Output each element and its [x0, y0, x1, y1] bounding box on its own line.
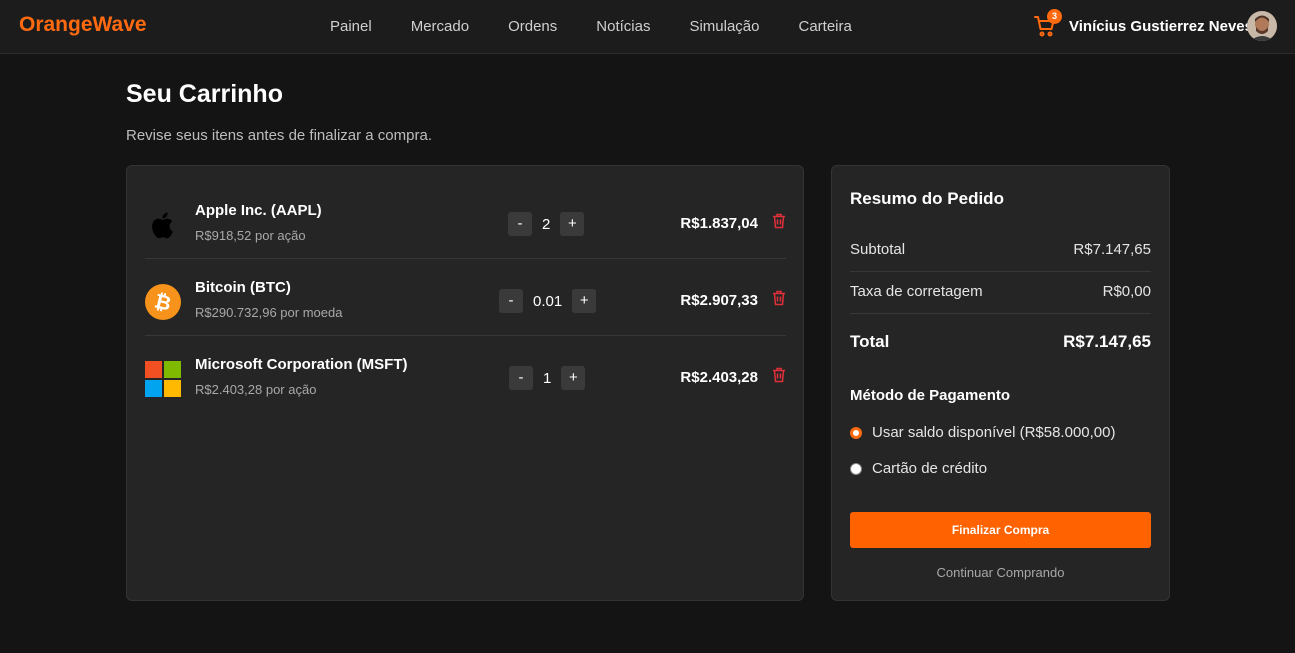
increase-qty-button[interactable]: +: [572, 289, 597, 313]
quantity-stepper: - 0.01 +: [499, 289, 597, 313]
order-summary-panel: Resumo do Pedido Subtotal R$7.147,65 Tax…: [831, 165, 1170, 601]
brand-logo[interactable]: OrangeWave: [19, 13, 147, 37]
continue-shopping-link[interactable]: Continuar Comprando: [832, 565, 1169, 580]
item-total: R$2.403,28: [680, 369, 758, 386]
nav-carteira[interactable]: Carteira: [799, 18, 852, 35]
quantity-stepper: - 2 +: [508, 212, 585, 236]
fee-row: Taxa de corretagem R$0,00: [850, 272, 1151, 314]
item-unit-price: R$918,52 por ação: [195, 228, 306, 243]
fee-value: R$0,00: [1102, 283, 1151, 300]
top-navbar: OrangeWave Painel Mercado Ordens Notícia…: [0, 0, 1295, 54]
user-avatar[interactable]: [1247, 11, 1277, 41]
decrease-qty-button[interactable]: -: [509, 366, 533, 390]
apple-icon: [145, 207, 181, 243]
trash-icon[interactable]: [772, 290, 786, 306]
nav-mercado[interactable]: Mercado: [411, 18, 469, 35]
fee-label: Taxa de corretagem: [850, 283, 983, 300]
subtotal-label: Subtotal: [850, 241, 906, 258]
item-unit-price: R$2.403,28 por ação: [195, 382, 317, 397]
bitcoin-icon: ₿: [145, 284, 181, 320]
increase-qty-button[interactable]: +: [561, 366, 586, 390]
quantity-value: 2: [542, 215, 551, 233]
payment-option-label: Usar saldo disponível (R$58.000,00): [872, 424, 1116, 441]
quantity-stepper: - 1 +: [509, 366, 586, 390]
page-subtitle: Revise seus itens antes de finalizar a c…: [126, 127, 432, 144]
item-name: Apple Inc. (AAPL): [195, 202, 322, 219]
subtotal-row: Subtotal R$7.147,65: [850, 230, 1151, 272]
cart-item: ₿ Bitcoin (BTC) R$290.732,96 por moeda -…: [145, 260, 786, 336]
finish-purchase-button[interactable]: Finalizar Compra: [850, 512, 1151, 548]
payment-option-balance[interactable]: Usar saldo disponível (R$58.000,00): [850, 424, 1115, 441]
decrease-qty-button[interactable]: -: [508, 212, 532, 236]
user-name[interactable]: Vinícius Gustierrez Neves: [1069, 18, 1253, 35]
item-unit-price: R$290.732,96 por moeda: [195, 305, 343, 320]
page-title: Seu Carrinho: [126, 80, 283, 108]
nav-ordens[interactable]: Ordens: [508, 18, 557, 35]
quantity-value: 0.01: [533, 292, 563, 310]
total-row: Total R$7.147,65: [850, 323, 1151, 365]
cart-item: Apple Inc. (AAPL) R$918,52 por ação - 2 …: [145, 183, 786, 259]
cart-button[interactable]: 3: [1033, 9, 1062, 40]
trash-icon[interactable]: [772, 367, 786, 383]
radio-selected-icon[interactable]: [850, 426, 862, 439]
payment-method-title: Método de Pagamento: [850, 387, 1011, 404]
cart-item: Microsoft Corporation (MSFT) R$2.403,28 …: [145, 337, 786, 413]
microsoft-icon: [145, 361, 181, 397]
radio-unselected-icon[interactable]: [850, 462, 862, 475]
nav-noticias[interactable]: Notícias: [596, 18, 650, 35]
summary-title: Resumo do Pedido: [850, 189, 1004, 208]
payment-option-label: Cartão de crédito: [872, 460, 988, 477]
decrease-qty-button[interactable]: -: [499, 289, 523, 313]
cart-count-badge: 3: [1047, 9, 1062, 24]
item-name: Bitcoin (BTC): [195, 279, 291, 296]
payment-option-credit-card[interactable]: Cartão de crédito: [850, 460, 987, 477]
nav-simulacao[interactable]: Simulação: [689, 18, 759, 35]
cart-items-panel: Apple Inc. (AAPL) R$918,52 por ação - 2 …: [126, 165, 804, 601]
quantity-value: 1: [543, 369, 552, 387]
item-name: Microsoft Corporation (MSFT): [195, 356, 408, 373]
main-nav: Painel Mercado Ordens Notícias Simulação…: [330, 18, 891, 35]
item-total: R$2.907,33: [680, 292, 758, 309]
trash-icon[interactable]: [772, 213, 786, 229]
item-total: R$1.837,04: [680, 215, 758, 232]
total-value: R$7.147,65: [1063, 332, 1151, 351]
nav-painel[interactable]: Painel: [330, 18, 372, 35]
increase-qty-button[interactable]: +: [560, 212, 585, 236]
total-label: Total: [850, 332, 890, 351]
subtotal-value: R$7.147,65: [1073, 241, 1151, 258]
